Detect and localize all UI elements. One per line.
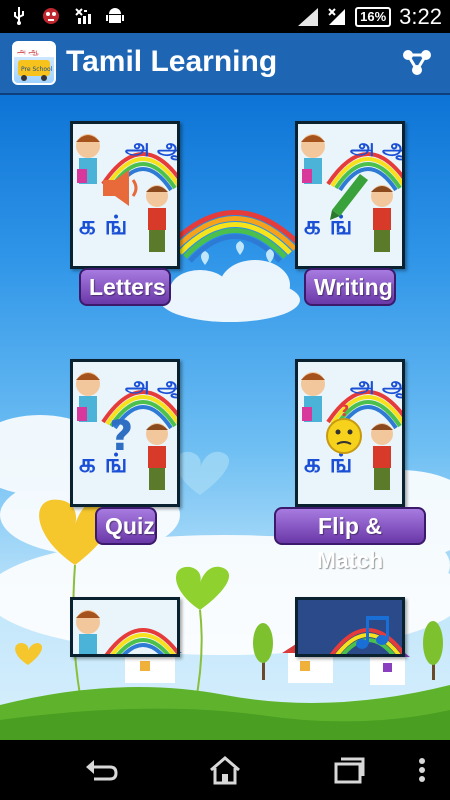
svg-text:அ ஆ: அ ஆ <box>350 135 402 161</box>
svg-text:க ங்: க ங் <box>304 211 352 241</box>
app-title: Tamil Learning <box>66 45 278 78</box>
svg-text:அ ஆ: அ ஆ <box>125 135 177 161</box>
flip-match-tile-image[interactable]: அ ஆ க ங் ? <box>295 359 405 507</box>
svg-text:அ ஆ: அ ஆ <box>17 47 39 56</box>
writing-tile-image[interactable]: அ ஆ க ங் <box>295 121 405 269</box>
notification-icon <box>43 8 59 24</box>
clock: 3:22 <box>399 4 442 29</box>
signal-off-icon <box>75 8 91 24</box>
svg-text:க ங்: க ங் <box>79 211 127 241</box>
recents-icon[interactable] <box>332 755 366 785</box>
menu-icon[interactable] <box>412 755 432 785</box>
usb-icon <box>14 7 24 25</box>
letters-tile-image[interactable]: அ ஆ க ங் <box>70 121 180 269</box>
app-logo: அ ஆ Pre School <box>12 41 56 85</box>
quiz-button[interactable]: Quiz <box>95 507 157 545</box>
signal-icon <box>328 8 346 25</box>
status-bar: 16% 3:22 <box>0 0 450 33</box>
back-icon[interactable] <box>84 755 118 785</box>
svg-text:?: ? <box>340 401 349 420</box>
share-icon[interactable] <box>402 47 432 77</box>
tile-5-image[interactable] <box>70 597 180 657</box>
navigation-bar <box>0 740 450 800</box>
flip-match-button[interactable]: Flip & Match <box>274 507 426 573</box>
svg-text:அ ஆ: அ ஆ <box>125 373 177 399</box>
quiz-tile-image[interactable]: அ ஆ க ங் ? <box>70 359 180 507</box>
home-icon[interactable] <box>208 755 242 785</box>
logo-caption: Pre School <box>21 66 53 73</box>
svg-text:அ ஆ: அ ஆ <box>350 373 402 399</box>
question-mark-icon: ? <box>109 411 133 460</box>
android-icon <box>106 8 124 23</box>
main-menu: அ ஆ க ங் Letters அ ஆ க ங் Writing அ ஆ க … <box>0 95 450 740</box>
battery-indicator: 16% <box>355 7 392 27</box>
action-bar: அ ஆ Pre School Tamil Learning <box>0 33 450 95</box>
letters-button[interactable]: Letters <box>79 268 171 306</box>
tile-6-image[interactable] <box>295 597 405 657</box>
wifi-icon <box>298 8 319 26</box>
writing-button[interactable]: Writing <box>304 268 396 306</box>
